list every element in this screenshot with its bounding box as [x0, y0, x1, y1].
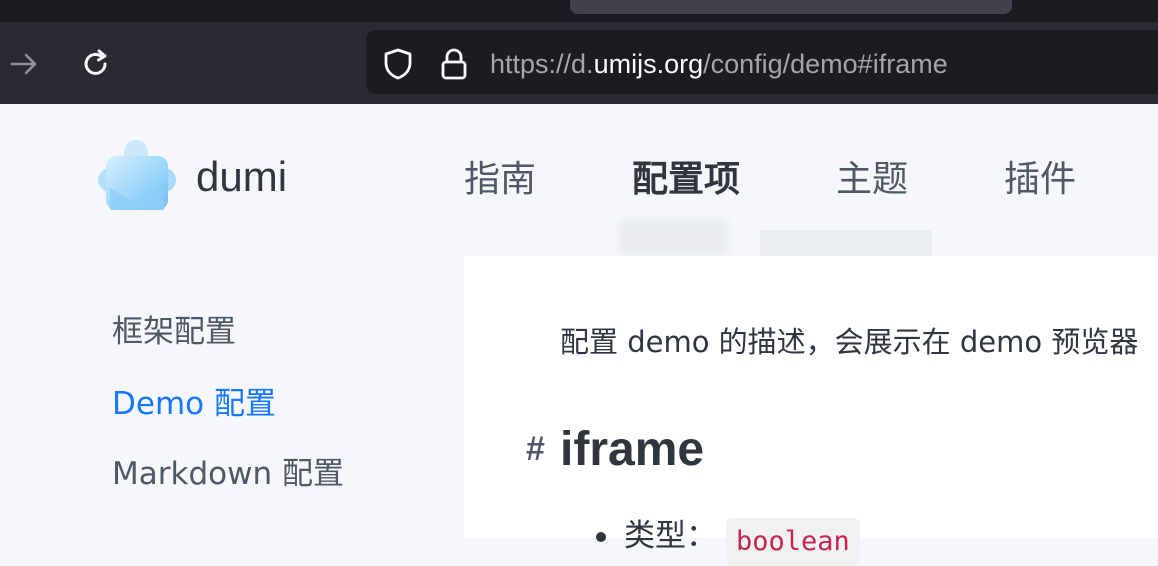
nav-plugins[interactable]: 插件: [1004, 156, 1076, 204]
reload-button[interactable]: [78, 42, 114, 86]
dumi-logo[interactable]: [96, 138, 178, 218]
type-label: 类型：: [624, 518, 717, 554]
forward-button[interactable]: [6, 42, 42, 86]
sidebar-item-markdown-config[interactable]: Markdown 配置: [112, 452, 344, 496]
type-value-code: boolean: [726, 518, 860, 566]
description-text: 配置 demo 的描述，会展示在 demo 预览器: [560, 325, 1139, 359]
url-prefix: https://d.: [490, 49, 594, 79]
shield-icon: [384, 48, 412, 80]
lock-icon: [441, 48, 467, 80]
list-bullet: [596, 532, 606, 542]
dumi-logo-icon: [98, 140, 176, 210]
sidebar-item-demo-config[interactable]: Demo 配置: [112, 382, 276, 426]
section-heading: iframe: [560, 423, 705, 476]
brand-name[interactable]: dumi: [196, 152, 287, 202]
nav-guide[interactable]: 指南: [464, 156, 536, 204]
url-path: /config/demo#iframe: [703, 49, 948, 79]
url-host: umijs.org: [593, 49, 704, 79]
sidebar-item-framework-config[interactable]: 框架配置: [112, 310, 236, 354]
reload-icon: [84, 49, 107, 75]
forward-arrow-icon: [10, 53, 37, 75]
nav-theme[interactable]: 主题: [836, 156, 908, 204]
site-security-button[interactable]: [436, 42, 472, 86]
tracking-protection-button[interactable]: [380, 42, 416, 86]
url-text[interactable]: https://d.umijs.org/config/demo#iframe: [490, 44, 948, 84]
nav-dropdown-shadow: [620, 220, 728, 256]
browser-tab[interactable]: [570, 0, 1012, 14]
nav-config[interactable]: 配置项: [632, 156, 740, 204]
heading-anchor-link[interactable]: #: [526, 430, 545, 469]
main-content: 配置 demo 的描述，会展示在 demo 预览器 # iframe 类型： b…: [464, 256, 1158, 566]
